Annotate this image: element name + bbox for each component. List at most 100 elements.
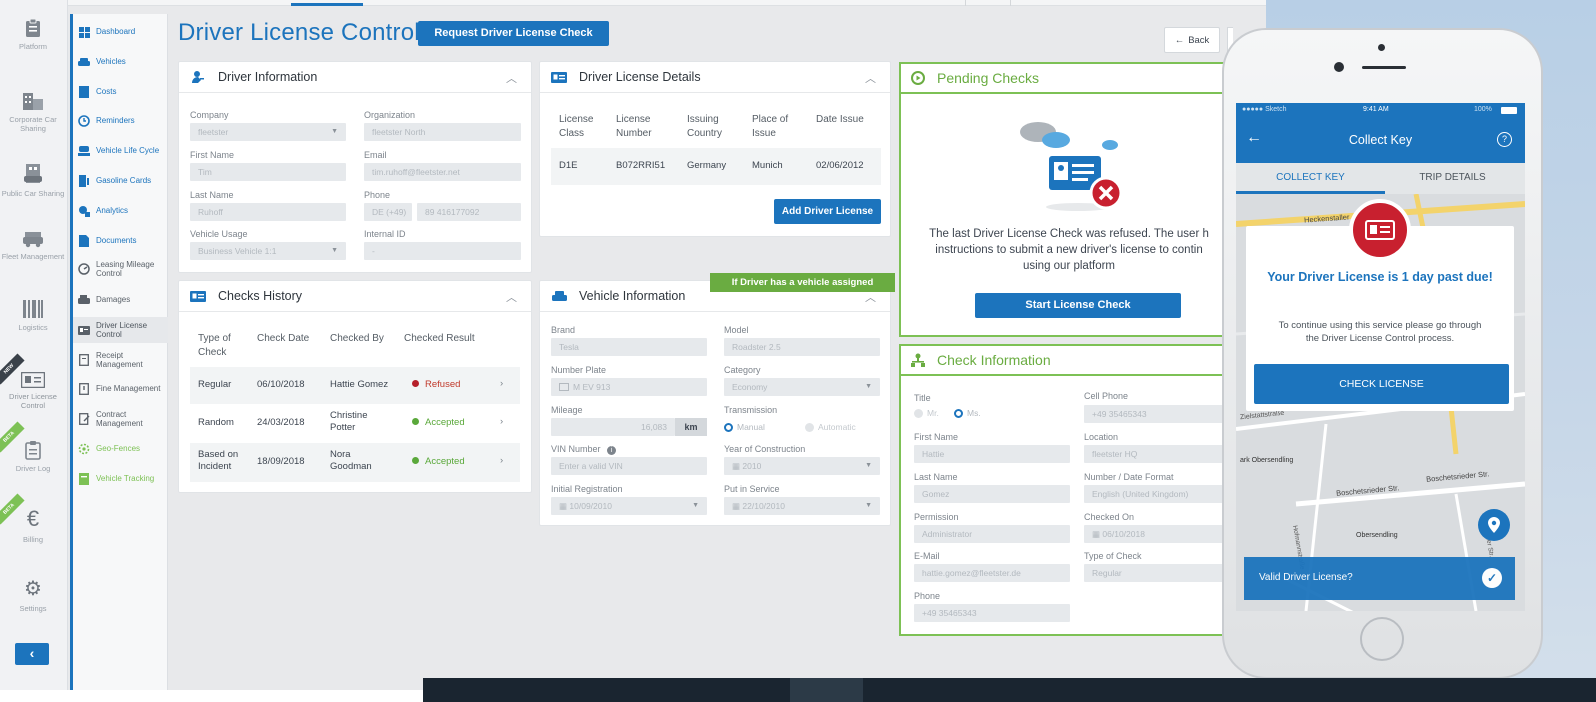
nav-item-reminders[interactable]: Reminders — [73, 114, 168, 128]
initial-registration-select[interactable]: ▦ 10/09/2010 ▼ — [551, 497, 707, 515]
vehicle-usage-select[interactable]: Business Vehicle 1:1 ▼ — [190, 242, 346, 260]
rail-item-settings[interactable]: ⚙ Settings — [0, 578, 66, 613]
check-license-button[interactable]: CHECK LICENSE — [1254, 364, 1509, 404]
rail-item-platform[interactable]: Platform — [0, 18, 66, 51]
location-field[interactable]: fleetster HQ — [1084, 445, 1237, 463]
phone-prefix-field[interactable]: DE (+49) — [364, 203, 412, 221]
rail-item-logistics[interactable]: Logistics — [0, 299, 66, 332]
nav-item-analytics[interactable]: Analytics — [73, 204, 168, 218]
nav-item-dashboard[interactable]: Dashboard — [73, 25, 168, 39]
phone-field[interactable]: 89 416177092 — [417, 203, 521, 221]
checked-on-field[interactable]: ▦ 06/10/2018 — [1084, 525, 1237, 543]
nav-item-vehicles[interactable]: Vehicles — [73, 55, 168, 69]
transmission-automatic-radio[interactable]: Automatic — [805, 422, 856, 432]
table-row[interactable]: Regular 06/10/2018 Hattie Gomez Refused … — [190, 367, 520, 404]
status-dot — [412, 457, 419, 464]
table-row[interactable]: D1E B072RRI51 Germany Munich 02/06/2012 — [551, 148, 881, 185]
transmission-manual-radio[interactable]: Manual — [724, 422, 765, 432]
nav-item-fines[interactable]: Fine Management — [73, 382, 168, 396]
put-in-service-select[interactable]: ▦ 22/10/2010 ▼ — [724, 497, 880, 515]
nav-item-costs[interactable]: Costs — [73, 85, 168, 99]
vehicle-information-card: Vehicle Information ︿ Brand Tesla Model … — [539, 280, 891, 526]
active-tab-indicator[interactable] — [291, 3, 363, 6]
nav-label: Geo-Fences — [96, 444, 141, 454]
table-row[interactable]: Based on Incident 18/09/2018 Nora Goodma… — [190, 443, 520, 482]
phone-field[interactable]: +49 35465343 — [914, 604, 1070, 622]
nav-item-damages[interactable]: Damages — [73, 293, 168, 307]
nav-item-contracts[interactable]: Contract Management — [73, 407, 168, 431]
nav-item-life-cycle[interactable]: Vehicle Life Cycle — [73, 144, 168, 158]
nav-item-tracking[interactable]: Vehicle Tracking — [73, 472, 168, 486]
number-plate-field[interactable]: M EV 913 — [551, 378, 707, 396]
rail-item-corporate-sharing[interactable]: Corporate Car Sharing — [0, 91, 66, 133]
company-select[interactable]: fleetster ▼ — [190, 123, 346, 141]
nav-item-receipt[interactable]: Receipt Management — [73, 348, 168, 372]
mileage-field[interactable]: 16,083 — [551, 418, 675, 436]
field-label: Mileage — [551, 405, 583, 415]
permission-field[interactable]: Administrator — [914, 525, 1070, 543]
add-driver-license-button[interactable]: Add Driver License — [774, 199, 881, 224]
id-card-icon — [551, 70, 567, 84]
tracking-icon — [78, 473, 90, 485]
play-circle-icon — [911, 71, 925, 85]
cell-phone-field[interactable]: +49 35465343 — [1084, 405, 1237, 423]
check-circle-icon[interactable]: ✓ — [1482, 568, 1502, 588]
chevron-right-icon[interactable]: › — [500, 378, 503, 390]
rail-item-driver-license[interactable]: Driver License Control — [0, 372, 66, 410]
field-value: fleetster — [198, 127, 229, 137]
model-field[interactable]: Roadster 2.5 — [724, 338, 880, 356]
nav-item-driver-license[interactable]: Driver License Control — [73, 317, 168, 343]
card-header[interactable]: Checks History ︿ — [179, 281, 531, 312]
tab-trip-details[interactable]: TRIP DETAILS — [1380, 167, 1525, 189]
organization-field[interactable]: fleetster North — [364, 123, 521, 141]
field-label: Organization — [364, 110, 416, 120]
location-pin-button[interactable] — [1478, 509, 1510, 541]
nav-item-gasoline[interactable]: Gasoline Cards — [73, 174, 168, 188]
page-title: Driver License Control — [178, 19, 420, 46]
chevron-right-icon[interactable]: › — [500, 455, 503, 467]
start-license-check-button[interactable]: Start License Check — [975, 293, 1181, 318]
last-name-field[interactable]: Gomez — [914, 485, 1070, 503]
chevron-up-icon[interactable]: ︿ — [506, 289, 517, 305]
chevron-up-icon[interactable]: ︿ — [506, 70, 517, 86]
rail-item-fleet[interactable]: Fleet Management — [0, 230, 66, 261]
nav-item-leasing[interactable]: Leasing Mileage Control — [73, 257, 168, 281]
tab-collect-key[interactable]: COLLECT KEY — [1236, 167, 1385, 189]
first-name-field[interactable]: Tim — [190, 163, 346, 181]
type-of-check-field[interactable]: Regular — [1084, 564, 1237, 582]
first-name-field[interactable]: Hattie — [914, 445, 1070, 463]
field-label: Put in Service — [724, 484, 780, 494]
back-button[interactable]: ← Back — [1164, 27, 1220, 53]
card-header[interactable]: Check Information — [901, 346, 1237, 376]
request-license-check-button[interactable]: Request Driver License Check — [418, 21, 609, 46]
year-select[interactable]: ▦ 2010 ▼ — [724, 457, 880, 475]
email-field[interactable]: tim.ruhoff@fleetster.net — [364, 163, 521, 181]
title-ms-radio[interactable]: Ms. — [954, 408, 981, 418]
card-header[interactable]: Driver Information ︿ — [179, 62, 531, 93]
last-name-field[interactable]: Ruhoff — [190, 203, 346, 221]
category-select[interactable]: Economy ▼ — [724, 378, 880, 396]
info-icon[interactable]: i — [607, 446, 617, 455]
internal-id-field[interactable]: - — [364, 242, 521, 260]
title-mr-radio[interactable]: Mr. — [914, 408, 939, 418]
valid-license-bar[interactable]: Valid Driver License? ✓ — [1244, 557, 1515, 600]
collapse-rail-button[interactable]: ‹ — [15, 643, 49, 665]
brand-field[interactable]: Tesla — [551, 338, 707, 356]
date-format-field[interactable]: English (United Kingdom) — [1084, 485, 1237, 503]
nav-item-geofences[interactable]: Geo-Fences — [73, 442, 168, 456]
nav-item-documents[interactable]: Documents — [73, 234, 168, 248]
rail-item-public-sharing[interactable]: Public Car Sharing — [0, 163, 66, 198]
card-header[interactable]: Driver License Details ︿ — [540, 62, 890, 93]
vin-input[interactable]: Enter a valid VIN — [551, 457, 707, 475]
pending-checks-card: Pending Checks The last Driver License C… — [899, 62, 1237, 337]
chevron-right-icon[interactable]: › — [500, 416, 503, 428]
rail-item-driver-log[interactable]: Driver Log — [0, 440, 66, 473]
email-field[interactable]: hattie.gomez@fleetster.de — [914, 564, 1070, 582]
taskbar-item[interactable] — [790, 678, 863, 702]
chevron-up-icon[interactable]: ︿ — [865, 70, 876, 86]
card-header[interactable]: Pending Checks — [901, 64, 1237, 94]
phone-home-button[interactable] — [1360, 617, 1404, 661]
help-icon[interactable]: ? — [1497, 132, 1512, 147]
field-label: VIN Number — [551, 444, 601, 454]
table-row[interactable]: Random 24/03/2018 Christine Potter Accep… — [190, 404, 520, 443]
